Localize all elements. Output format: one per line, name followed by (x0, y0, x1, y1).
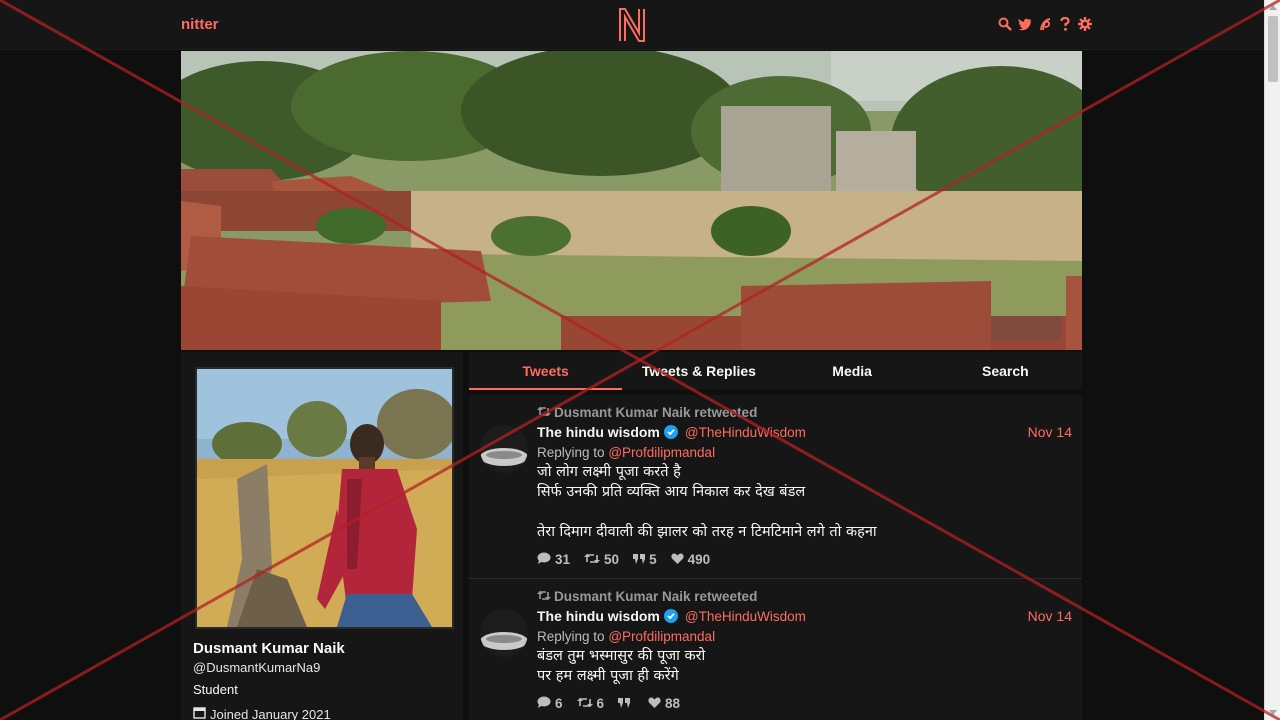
tweet-content: जो लोग लक्ष्मी पूजा करते है सिर्फ उनकी प… (537, 464, 877, 540)
like-stat[interactable]: 88 (648, 696, 680, 711)
reply-stat[interactable]: 31 (537, 552, 570, 567)
profile-card: Dusmant Kumar Naik @DusmantKumarNa9 Stud… (181, 352, 463, 720)
scroll-down-arrow-icon[interactable] (1269, 710, 1277, 715)
calendar-icon (193, 706, 206, 720)
profile-avatar[interactable] (195, 367, 454, 629)
brand-link[interactable]: nitter (181, 16, 219, 33)
twitter-bird-icon[interactable] (1018, 16, 1032, 32)
retweet-icon (537, 589, 551, 604)
quote-icon (618, 696, 631, 711)
scrollbar-thumb[interactable] (1268, 16, 1278, 82)
profile-banner[interactable] (181, 51, 1082, 350)
timeline: Dusmant Kumar Naik retweeted The hindu w… (469, 395, 1082, 720)
nav-icons (998, 16, 1092, 32)
profile-joined-date: Joined January 2021 (193, 706, 331, 720)
profile-fullname[interactable]: Dusmant Kumar Naik (193, 640, 345, 657)
verified-icon (663, 609, 678, 623)
retweet-header: Dusmant Kumar Naik retweeted (537, 587, 1072, 605)
tweet-stats: 6 6 88 (537, 694, 1072, 712)
comment-icon (537, 552, 551, 567)
joined-text: Joined January 2021 (210, 706, 331, 720)
comment-icon (537, 696, 551, 711)
help-icon[interactable] (1058, 16, 1072, 32)
quote-icon (633, 552, 646, 567)
replying-to-link[interactable]: @Profdilipmandal (608, 445, 715, 460)
replying-to-link[interactable]: @Profdilipmandal (608, 629, 715, 644)
tweet-header: The hindu wisdom @TheHinduWisdom Nov 14 (537, 421, 1072, 443)
retweet-icon (584, 552, 601, 567)
profile-bio: Student (193, 682, 238, 697)
retweet-icon (576, 696, 593, 711)
tweet-date[interactable]: Nov 14 (1028, 424, 1072, 440)
tweet-username[interactable]: @TheHinduWisdom (685, 609, 806, 624)
retweet-stat[interactable]: 50 (584, 552, 619, 567)
quote-stat[interactable]: 5 (633, 552, 657, 567)
tweet-avatar[interactable] (480, 425, 528, 473)
navbar: nitter (0, 0, 1264, 50)
replying-to: Replying to @Profdilipmandal (537, 629, 716, 644)
tweet-content: बंडल तुम भस्मासुर की पूजा करो पर हम लक्ष… (537, 648, 706, 684)
quote-stat[interactable] (618, 696, 634, 711)
heart-icon (648, 696, 661, 711)
reply-stat[interactable]: 6 (537, 696, 563, 711)
verified-icon (663, 425, 678, 439)
tweet-avatar[interactable] (480, 609, 528, 657)
retweet-icon (537, 405, 551, 420)
tab-search[interactable]: Search (929, 352, 1082, 390)
tab-tweets[interactable]: Tweets (469, 352, 623, 390)
page-scrollbar[interactable] (1264, 0, 1280, 720)
search-icon[interactable] (998, 16, 1012, 32)
tweet-fullname[interactable]: The hindu wisdom (537, 608, 660, 624)
tweet-stats: 31 50 5 490 (537, 550, 1072, 568)
retweet-header: Dusmant Kumar Naik retweeted (537, 403, 1072, 421)
scroll-up-arrow-icon[interactable] (1269, 5, 1277, 10)
tweet-username[interactable]: @TheHinduWisdom (685, 425, 806, 440)
tweet-header: The hindu wisdom @TheHinduWisdom Nov 14 (537, 605, 1072, 627)
nitter-logo[interactable] (617, 7, 647, 43)
tab-tweets-replies[interactable]: Tweets & Replies (622, 352, 775, 390)
tweet-fullname[interactable]: The hindu wisdom (537, 424, 660, 440)
replying-to: Replying to @Profdilipmandal (537, 445, 716, 460)
tweet-date[interactable]: Nov 14 (1028, 608, 1072, 624)
timeline-item[interactable]: Dusmant Kumar Naik retweeted The hindu w… (469, 395, 1082, 579)
rss-feed-icon[interactable] (1038, 16, 1052, 32)
tab-media[interactable]: Media (776, 352, 929, 390)
profile-username[interactable]: @DusmantKumarNa9 (193, 660, 320, 675)
like-stat[interactable]: 490 (670, 552, 710, 567)
timeline-item[interactable]: Dusmant Kumar Naik retweeted The hindu w… (469, 579, 1082, 720)
timeline-tabs: Tweets Tweets & Replies Media Search (469, 352, 1082, 390)
heart-icon (670, 552, 684, 567)
gear-icon[interactable] (1078, 16, 1092, 32)
retweet-stat[interactable]: 6 (576, 696, 604, 711)
